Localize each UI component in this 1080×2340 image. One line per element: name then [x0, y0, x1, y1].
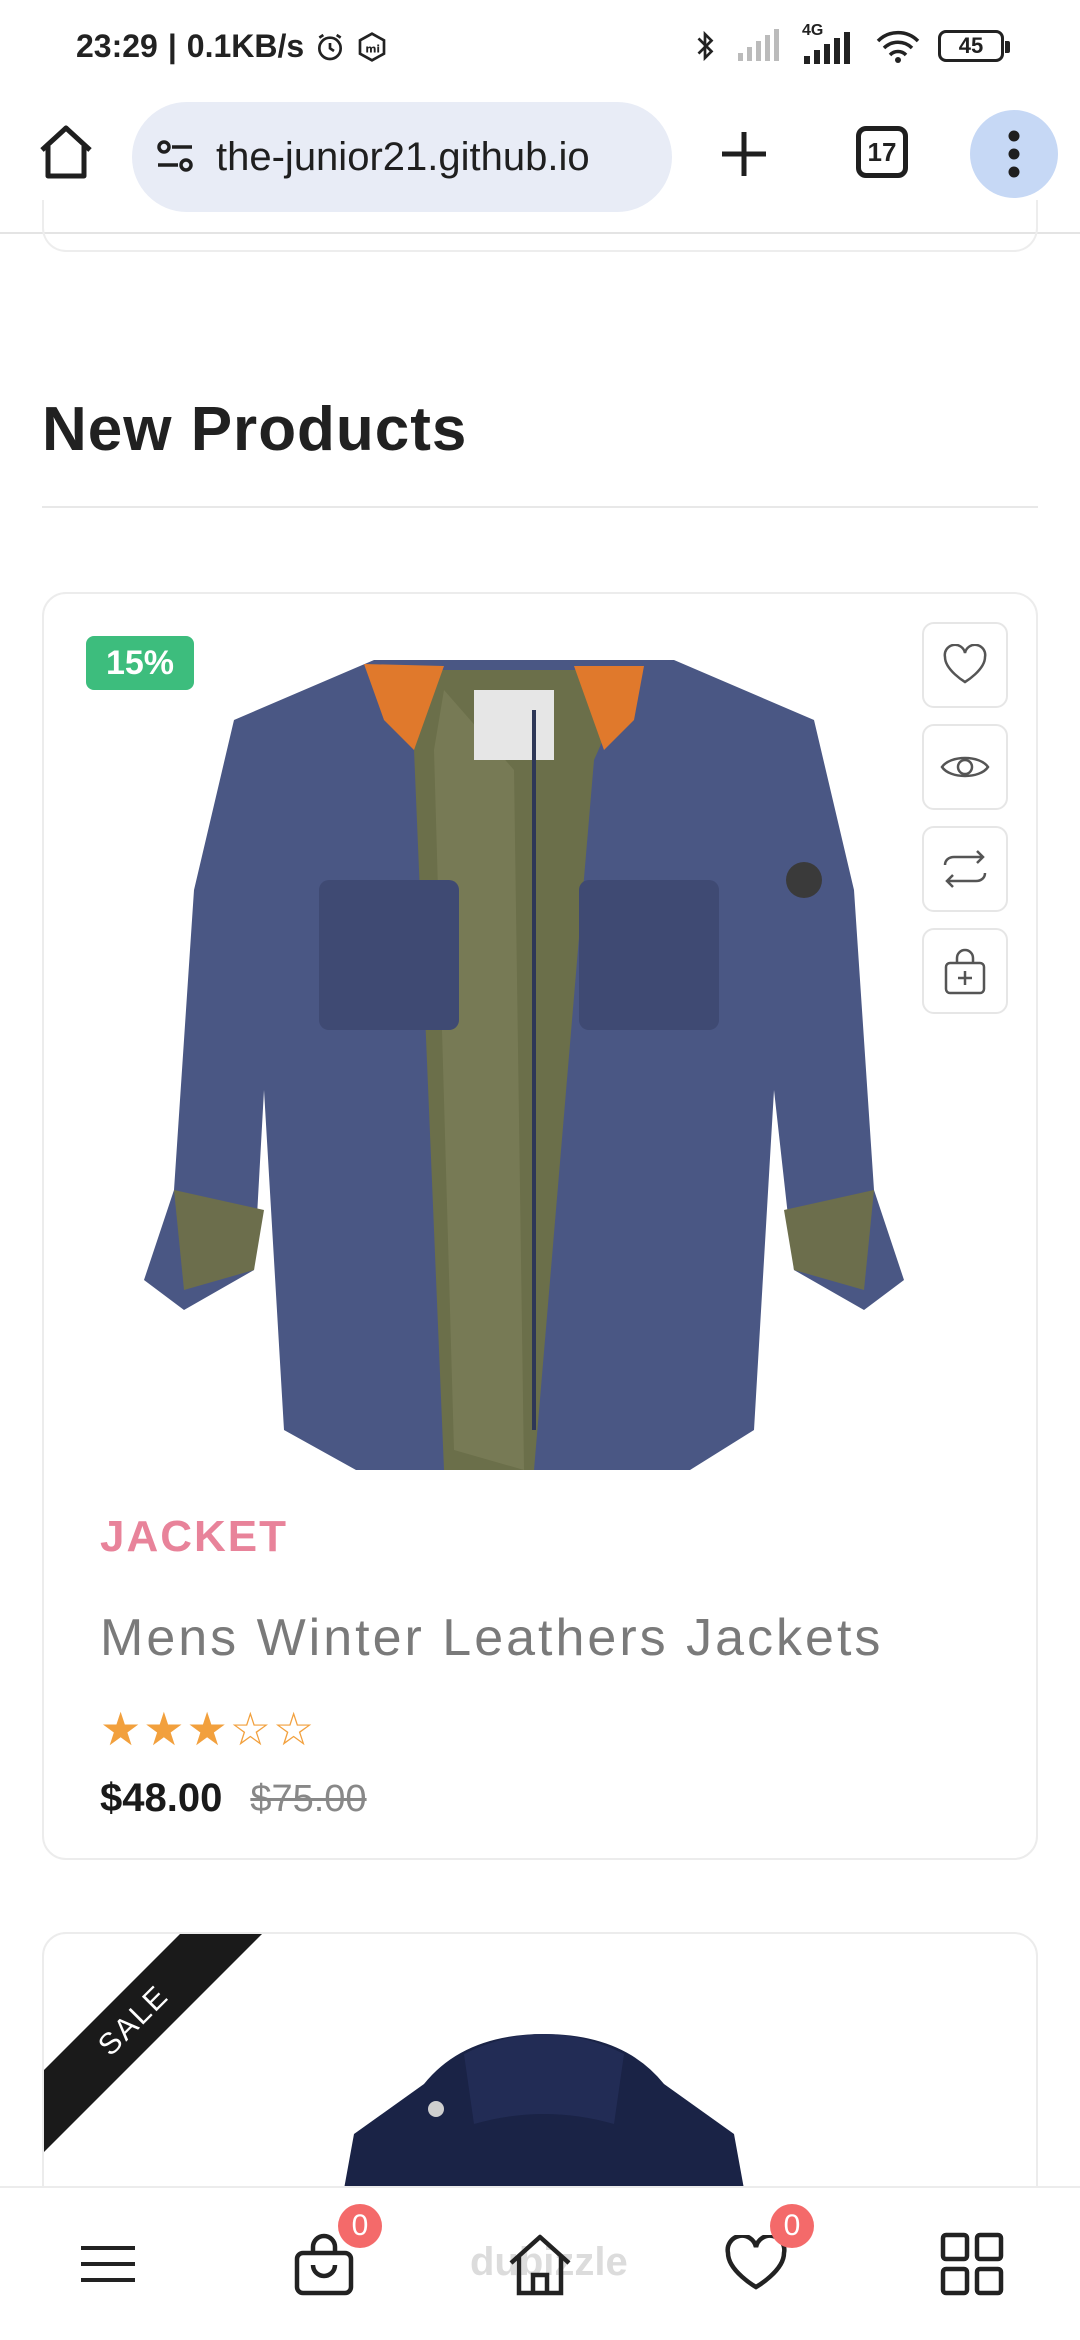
compare-button[interactable] [922, 826, 1008, 912]
address-bar[interactable]: the-junior21.github.io [132, 102, 672, 212]
product-rating: ★★★☆☆ [100, 1702, 316, 1756]
new-tab-icon[interactable] [714, 124, 774, 184]
browser-menu-button[interactable] [970, 110, 1058, 198]
add-to-cart-button[interactable] [922, 928, 1008, 1014]
product-image[interactable] [114, 630, 934, 1470]
star-empty: ☆ [273, 1703, 317, 1755]
grid-icon [940, 2232, 1004, 2296]
section-divider [42, 506, 1038, 508]
previous-card-edge [42, 200, 1038, 252]
mi-icon: mi [358, 31, 386, 62]
battery-icon: 45 [938, 30, 1010, 62]
status-time: 23:29 [76, 28, 158, 64]
cart-count-badge: 0 [338, 2204, 382, 2248]
wishlist-count-badge: 0 [770, 2204, 814, 2248]
sale-ribbon: SALE [44, 1934, 268, 2155]
current-price: $48.00 [100, 1776, 223, 1820]
signal-icon [738, 29, 779, 61]
repeat-icon [943, 850, 987, 888]
quick-view-button[interactable] [922, 724, 1008, 810]
bag-add-icon [944, 948, 986, 995]
signal-4g-icon: 4G [798, 22, 858, 64]
nav-grid-button[interactable] [932, 2224, 1012, 2304]
bottom-nav: 0 dubizzle 0 [0, 2186, 1080, 2340]
heart-icon [943, 644, 987, 684]
network-speed: 0.1KB/s [186, 28, 305, 64]
status-bar: 23:29 | 0.1KB/s mi 4G 45 [0, 0, 1080, 96]
price-row: $48.00 $75.00 [100, 1776, 367, 1821]
discount-badge: 15% [86, 636, 194, 690]
section-title: New Products [42, 395, 468, 464]
product-card[interactable]: 15% JACKET Mens Winter Leathers Jackets … [42, 592, 1038, 1860]
more-vert-icon [1008, 130, 1020, 178]
product-category[interactable]: JACKET [100, 1512, 288, 1562]
star-filled: ★ [143, 1703, 187, 1755]
home-icon [509, 2234, 571, 2296]
tab-switcher-button[interactable]: 17 [856, 126, 908, 178]
svg-text:mi: mi [366, 42, 381, 55]
home-icon[interactable] [34, 120, 98, 184]
wishlist-button[interactable] [922, 622, 1008, 708]
status-right: 4G 45 [692, 22, 1010, 64]
nav-home-button[interactable] [500, 2224, 580, 2304]
star-empty: ☆ [229, 1703, 273, 1755]
site-settings-icon[interactable] [152, 133, 200, 181]
nav-wishlist-button[interactable]: 0 [716, 2204, 814, 2304]
star-filled: ★ [186, 1703, 230, 1755]
nav-cart-button[interactable]: 0 [284, 2204, 382, 2304]
product-title[interactable]: Mens Winter Leathers Jackets [100, 1608, 883, 1668]
status-left: 23:29 | 0.1KB/s mi [76, 28, 388, 65]
tab-count: 17 [867, 136, 897, 167]
alarm-icon [318, 33, 343, 60]
old-price: $75.00 [250, 1778, 367, 1820]
nav-menu-button[interactable] [68, 2224, 148, 2304]
url-text[interactable]: the-junior21.github.io [216, 135, 590, 180]
menu-icon [81, 2246, 135, 2282]
bluetooth-icon [697, 30, 714, 62]
wifi-icon [876, 30, 920, 63]
product-actions [922, 622, 1008, 1014]
eye-icon [940, 756, 990, 778]
star-filled: ★ [100, 1703, 144, 1755]
